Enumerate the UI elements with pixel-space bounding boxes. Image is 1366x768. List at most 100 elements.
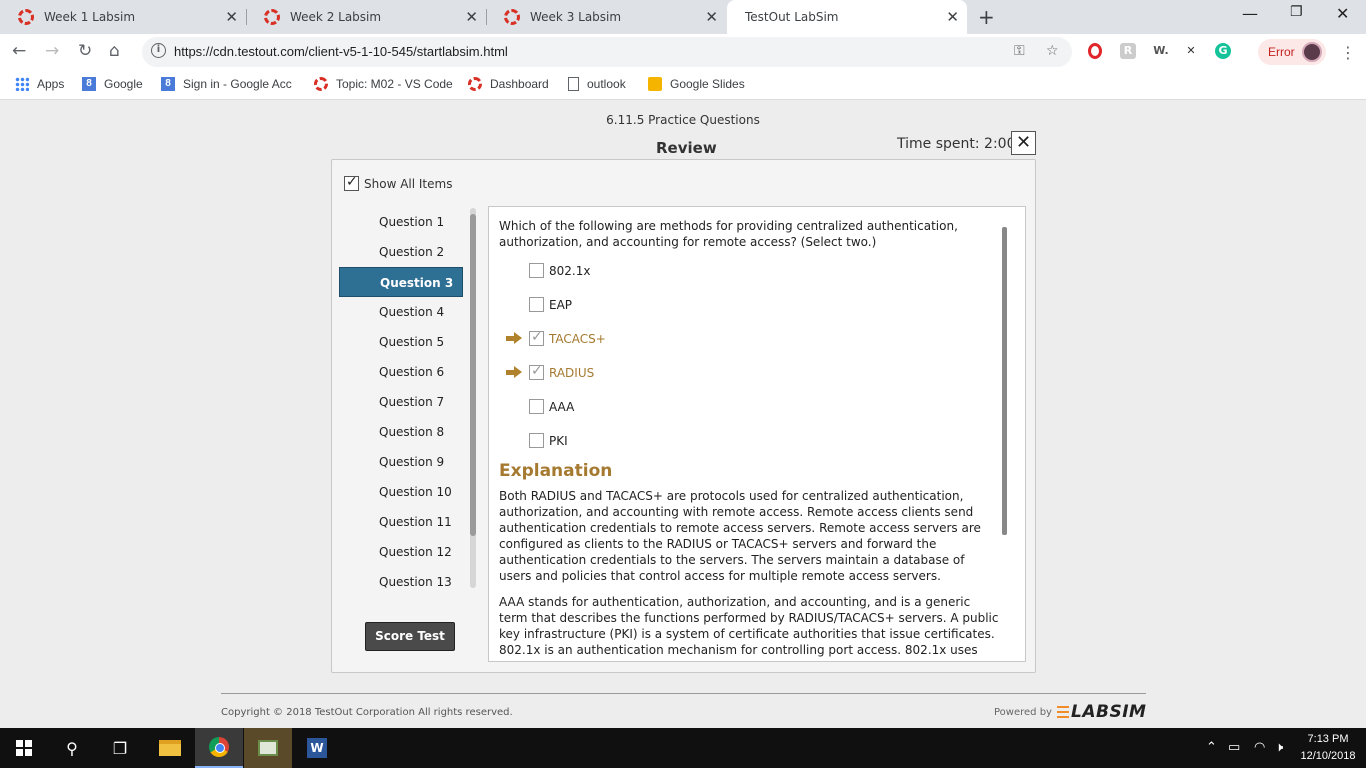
close-review-button[interactable]: ✕ <box>1011 131 1036 155</box>
show-all-checkbox[interactable] <box>344 174 359 191</box>
answer-option[interactable]: TACACS+ <box>529 329 606 346</box>
app-taskbar-icon[interactable] <box>244 728 292 768</box>
answer-label: AAA <box>549 399 575 414</box>
apps-grid-icon <box>15 77 29 91</box>
close-tab-icon[interactable]: ✕ <box>465 8 478 26</box>
question-nav-item[interactable]: Question 8 <box>339 417 463 447</box>
tab-testout-labsim[interactable]: TestOut LabSim ✕ <box>727 0 967 114</box>
explanation-paragraph-1: Both RADIUS and TACACS+ are protocols us… <box>499 489 981 583</box>
opera-extension-icon[interactable] <box>1088 43 1102 59</box>
profile-error-button[interactable]: Error <box>1258 39 1326 65</box>
labsim-logo: LABSIM <box>1057 702 1146 722</box>
bookmark-outlook[interactable]: outlook <box>568 77 626 91</box>
chrome-taskbar-icon[interactable] <box>195 728 243 768</box>
battery-icon[interactable]: ▭ <box>1228 740 1240 755</box>
answer-checkbox[interactable] <box>529 433 544 448</box>
question-nav-item[interactable]: Question 1 <box>339 207 463 237</box>
question-nav-item[interactable]: Question 9 <box>339 447 463 477</box>
close-tab-icon[interactable]: ✕ <box>946 8 959 26</box>
key-icon[interactable]: ⚿ <box>1014 43 1025 59</box>
tab-week3[interactable]: Week 3 Labsim ✕ <box>486 0 726 34</box>
close-window-icon[interactable]: ✕ <box>1336 4 1349 23</box>
clock-date: 12/10/2018 <box>1300 750 1356 762</box>
answer-checkbox[interactable] <box>529 363 544 380</box>
taskbar-clock[interactable]: 7:13 PM 12/10/2018 <box>1296 731 1360 765</box>
bookmark-google-slides[interactable]: Google Slides <box>648 77 745 91</box>
bookmark-apps[interactable]: Apps <box>15 77 64 91</box>
review-panel: Show All Items Question 1Question 2Quest… <box>331 159 1036 673</box>
site-info-icon[interactable]: i <box>151 43 166 58</box>
bookmark-star-icon[interactable]: ☆ <box>1046 43 1059 59</box>
answer-option[interactable]: RADIUS <box>529 363 594 380</box>
show-all-items-toggle[interactable]: Show All Items <box>344 174 452 191</box>
bookmark-label: Dashboard <box>490 77 549 91</box>
question-list-scrollbar[interactable] <box>470 208 476 588</box>
menu-kebab-icon[interactable]: ⋮ <box>1340 43 1356 62</box>
new-tab-icon[interactable]: + <box>978 5 995 29</box>
labsim-brand: LABSIM <box>1071 702 1147 722</box>
volume-muted-icon[interactable]: 🕨 <box>1275 740 1283 755</box>
extension-w-icon[interactable]: W. <box>1151 43 1171 59</box>
search-icon[interactable]: ⚲ <box>48 728 96 768</box>
bookmarks-bar: Apps 8 Google 8 Sign in - Google Acc Topic… <box>0 70 1366 100</box>
back-icon[interactable]: ← <box>12 41 26 61</box>
scrollbar-thumb[interactable] <box>470 214 476 536</box>
question-nav-item[interactable]: Question 3 <box>339 267 463 297</box>
question-nav-item[interactable]: Question 13 <box>339 567 463 597</box>
question-text: Which of the following are methods for p… <box>499 219 958 249</box>
tab-label: Week 3 Labsim <box>530 10 622 24</box>
answer-option[interactable]: 802.1x <box>529 263 590 278</box>
word-taskbar-icon[interactable]: W <box>293 728 341 768</box>
minimize-icon[interactable]: — <box>1242 4 1258 23</box>
answer-checkbox[interactable] <box>529 399 544 414</box>
question-nav-item[interactable]: Question 2 <box>339 237 463 267</box>
forward-icon[interactable]: → <box>45 41 59 61</box>
footer-divider <box>221 693 1146 694</box>
answer-label: TACACS+ <box>549 331 606 346</box>
question-nav-item[interactable]: Question 10 <box>339 477 463 507</box>
tab-week2[interactable]: Week 2 Labsim ✕ <box>246 0 486 34</box>
home-icon[interactable]: ⌂ <box>109 41 120 61</box>
bookmark-topic[interactable]: Topic: M02 - VS Code <box>314 77 453 91</box>
question-pane-scrollbar[interactable] <box>1002 227 1007 535</box>
chrome-icon <box>209 737 229 757</box>
restore-icon[interactable]: ❐ <box>1290 4 1303 20</box>
google-icon: 8 <box>161 77 175 91</box>
question-nav-item[interactable]: Question 6 <box>339 357 463 387</box>
answer-label: EAP <box>549 297 573 312</box>
answer-option[interactable]: PKI <box>529 433 568 448</box>
address-bar[interactable]: i https://cdn.testout.com/client-v5-1-10… <box>142 37 1072 67</box>
word-icon: W <box>307 738 327 758</box>
answer-checkbox[interactable] <box>529 329 544 346</box>
question-nav-item[interactable]: Question 4 <box>339 297 463 327</box>
close-tab-icon[interactable]: ✕ <box>705 8 718 26</box>
extension-x-icon[interactable]: ✕ <box>1183 43 1199 59</box>
question-nav-item[interactable]: Question 5 <box>339 327 463 357</box>
bookmark-sign-in[interactable]: 8 Sign in - Google Acc <box>161 77 292 91</box>
bookmark-google[interactable]: 8 Google <box>82 77 143 91</box>
answer-checkbox[interactable] <box>529 297 544 312</box>
question-nav-item[interactable]: Question 12 <box>339 537 463 567</box>
answer-checkbox[interactable] <box>529 263 544 278</box>
grammarly-icon[interactable]: G <box>1215 43 1231 59</box>
bookmark-label: Apps <box>37 77 65 91</box>
question-nav-item[interactable]: Question 7 <box>339 387 463 417</box>
question-nav-item[interactable]: Question 11 <box>339 507 463 537</box>
reload-icon[interactable]: ↻ <box>78 41 92 61</box>
file-explorer-icon[interactable] <box>146 728 194 768</box>
answer-option[interactable]: EAP <box>529 297 572 312</box>
bookmark-label: outlook <box>587 77 626 91</box>
score-test-button[interactable]: Score Test <box>365 622 455 651</box>
show-hidden-icons-icon[interactable]: ⌃ <box>1206 740 1217 755</box>
time-spent: Time spent: 2:00 <box>897 136 1016 152</box>
start-button[interactable] <box>0 728 48 768</box>
close-tab-icon[interactable]: ✕ <box>225 8 238 26</box>
answer-option[interactable]: AAA <box>529 399 574 414</box>
task-view-icon[interactable]: ❐ <box>96 728 144 768</box>
extension-r-icon[interactable]: R <box>1120 43 1136 59</box>
page-icon <box>568 77 579 91</box>
tab-week1[interactable]: Week 1 Labsim ✕ <box>0 0 246 34</box>
bookmark-dashboard[interactable]: Dashboard <box>468 77 549 91</box>
bookmark-label: Google <box>104 77 143 91</box>
network-icon[interactable]: ◠ <box>1254 740 1265 755</box>
